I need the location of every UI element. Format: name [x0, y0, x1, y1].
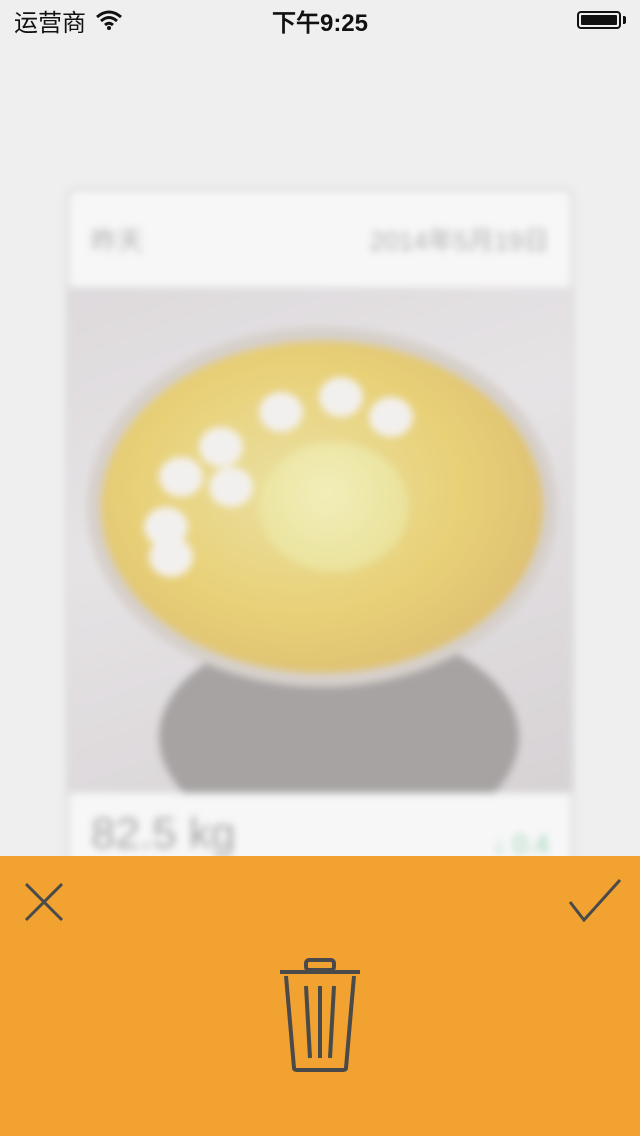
status-left: 运营商: [14, 3, 122, 38]
battery-icon: [577, 11, 626, 29]
date-label: 2014年5月19日: [369, 225, 549, 256]
food-ball: [209, 467, 253, 507]
status-bar: 运营商 下午9:25: [0, 0, 640, 40]
food-ball: [259, 392, 303, 432]
delete-action-sheet: [0, 856, 640, 1136]
carrier-label: 运营商: [14, 9, 86, 37]
wifi-icon: [96, 10, 122, 30]
day-label: 昨天: [91, 225, 144, 256]
food-ball: [159, 457, 203, 497]
food-ball: [199, 427, 243, 467]
confirm-button[interactable]: [566, 876, 624, 928]
meal-photo: [69, 287, 571, 793]
trash-icon: [280, 958, 360, 1072]
weight-value: 82.5 kg: [91, 809, 236, 858]
food-ball: [319, 377, 363, 417]
food-dome: [259, 442, 409, 572]
food-ball: [149, 537, 193, 577]
food-ball: [369, 397, 413, 437]
entry-card: 昨天 2014年5月19日 82.5 kg ↓ 0.4: [66, 188, 574, 948]
close-icon: [24, 882, 64, 922]
card-header: 昨天 2014年5月19日: [69, 191, 571, 287]
cancel-button[interactable]: [20, 878, 68, 926]
checkmark-icon: [568, 878, 622, 923]
delete-button[interactable]: [274, 956, 366, 1076]
entry-card-blurred: 昨天 2014年5月19日 82.5 kg ↓ 0.4: [66, 188, 574, 948]
